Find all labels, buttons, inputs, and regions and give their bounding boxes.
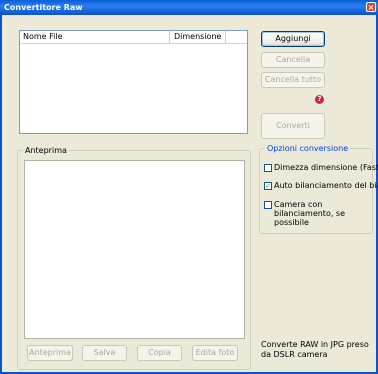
- preview-image-area: [24, 160, 245, 339]
- convert-button[interactable]: Converti: [261, 113, 325, 139]
- close-button[interactable]: ×: [366, 2, 376, 12]
- column-header-size[interactable]: Dimensione: [170, 31, 226, 43]
- auto-wb-checkbox[interactable]: ✓: [264, 182, 272, 190]
- conversion-options-group: Opzioni conversione Dimezza dimensione (…: [259, 144, 378, 234]
- preview-button[interactable]: Anteprima: [27, 345, 73, 361]
- add-button[interactable]: Aggiungi: [261, 31, 325, 47]
- column-header-file-name[interactable]: Nome File: [20, 31, 170, 43]
- title-bar[interactable]: Convertitore Raw ×: [0, 0, 378, 15]
- camera-wb-checkbox[interactable]: [264, 201, 272, 209]
- halve-size-checkbox[interactable]: [264, 164, 272, 172]
- delete-button[interactable]: Cancella: [261, 52, 325, 68]
- save-button[interactable]: Salva: [82, 345, 127, 361]
- edit-photo-button[interactable]: Edita foto: [192, 345, 238, 361]
- preview-group: Anteprima Anteprima Salva Copia Edita fo…: [17, 146, 251, 370]
- info-text: Converte RAW in JPG preso da DSLR camera: [261, 340, 369, 359]
- delete-all-button[interactable]: Cancella tutto: [261, 72, 325, 88]
- close-icon: ×: [367, 3, 375, 12]
- copy-button[interactable]: Copia: [137, 345, 182, 361]
- window-title: Convertitore Raw: [4, 3, 83, 12]
- camera-wb-label: Camera con bilanciamento, se possibile: [274, 200, 346, 227]
- file-list[interactable]: Nome File Dimensione: [19, 30, 248, 134]
- options-group-title: Opzioni conversione: [265, 144, 351, 153]
- halve-size-label: Dimezza dimensione (Faste: [274, 163, 378, 172]
- file-list-header: Nome File Dimensione: [20, 31, 247, 44]
- preview-group-title: Anteprima: [23, 146, 69, 155]
- auto-wb-label: Auto bilanciamento del bia: [274, 181, 378, 190]
- help-icon[interactable]: ?: [315, 95, 324, 104]
